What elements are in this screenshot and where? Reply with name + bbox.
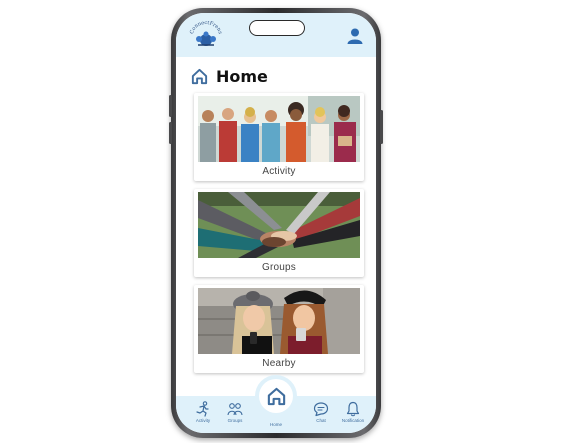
nearby-card-label: Nearby	[262, 358, 296, 369]
nav-groups[interactable]: Groups	[220, 401, 250, 431]
app-logo: ConnectFrens	[189, 21, 223, 46]
activity-card-label: Activity	[262, 166, 296, 177]
page-title: Home	[216, 66, 268, 86]
groups-card[interactable]: Groups	[194, 189, 364, 277]
chat-icon	[313, 402, 329, 417]
nearby-card[interactable]: Nearby	[194, 285, 364, 373]
nearby-photo	[198, 288, 360, 354]
groups-card-label: Groups	[262, 262, 296, 273]
nav-groups-label: Groups	[227, 418, 243, 423]
nav-notification[interactable]: Notification	[338, 401, 368, 431]
nav-home-label: Home	[269, 422, 282, 427]
phone-screen: ConnectFrens Home Activity Groups Nearby…	[176, 13, 376, 433]
stage: ConnectFrens Home Activity Groups Nearby…	[0, 0, 563, 443]
running-person-icon	[196, 401, 209, 417]
groups-photo	[198, 192, 360, 258]
volume-button	[169, 122, 172, 144]
home-icon	[267, 387, 285, 405]
volume-button	[169, 95, 172, 117]
activity-photo	[198, 96, 360, 162]
nav-home-button[interactable]	[259, 379, 293, 413]
nav-activity[interactable]: Activity	[188, 401, 218, 431]
activity-card[interactable]: Activity	[194, 93, 364, 181]
page-header: Home	[190, 65, 268, 87]
power-button	[380, 110, 383, 144]
nav-activity-label: Activity	[195, 418, 211, 423]
home-icon	[191, 68, 208, 84]
top-bar: ConnectFrens	[176, 13, 376, 57]
group-icon	[227, 403, 243, 416]
bell-icon	[346, 401, 360, 417]
nav-chat[interactable]: Chat	[306, 401, 336, 431]
nav-chat-label: Chat	[316, 418, 326, 423]
nav-notification-label: Notification	[341, 418, 365, 423]
user-profile-icon[interactable]	[346, 27, 364, 45]
dynamic-island	[249, 20, 305, 36]
